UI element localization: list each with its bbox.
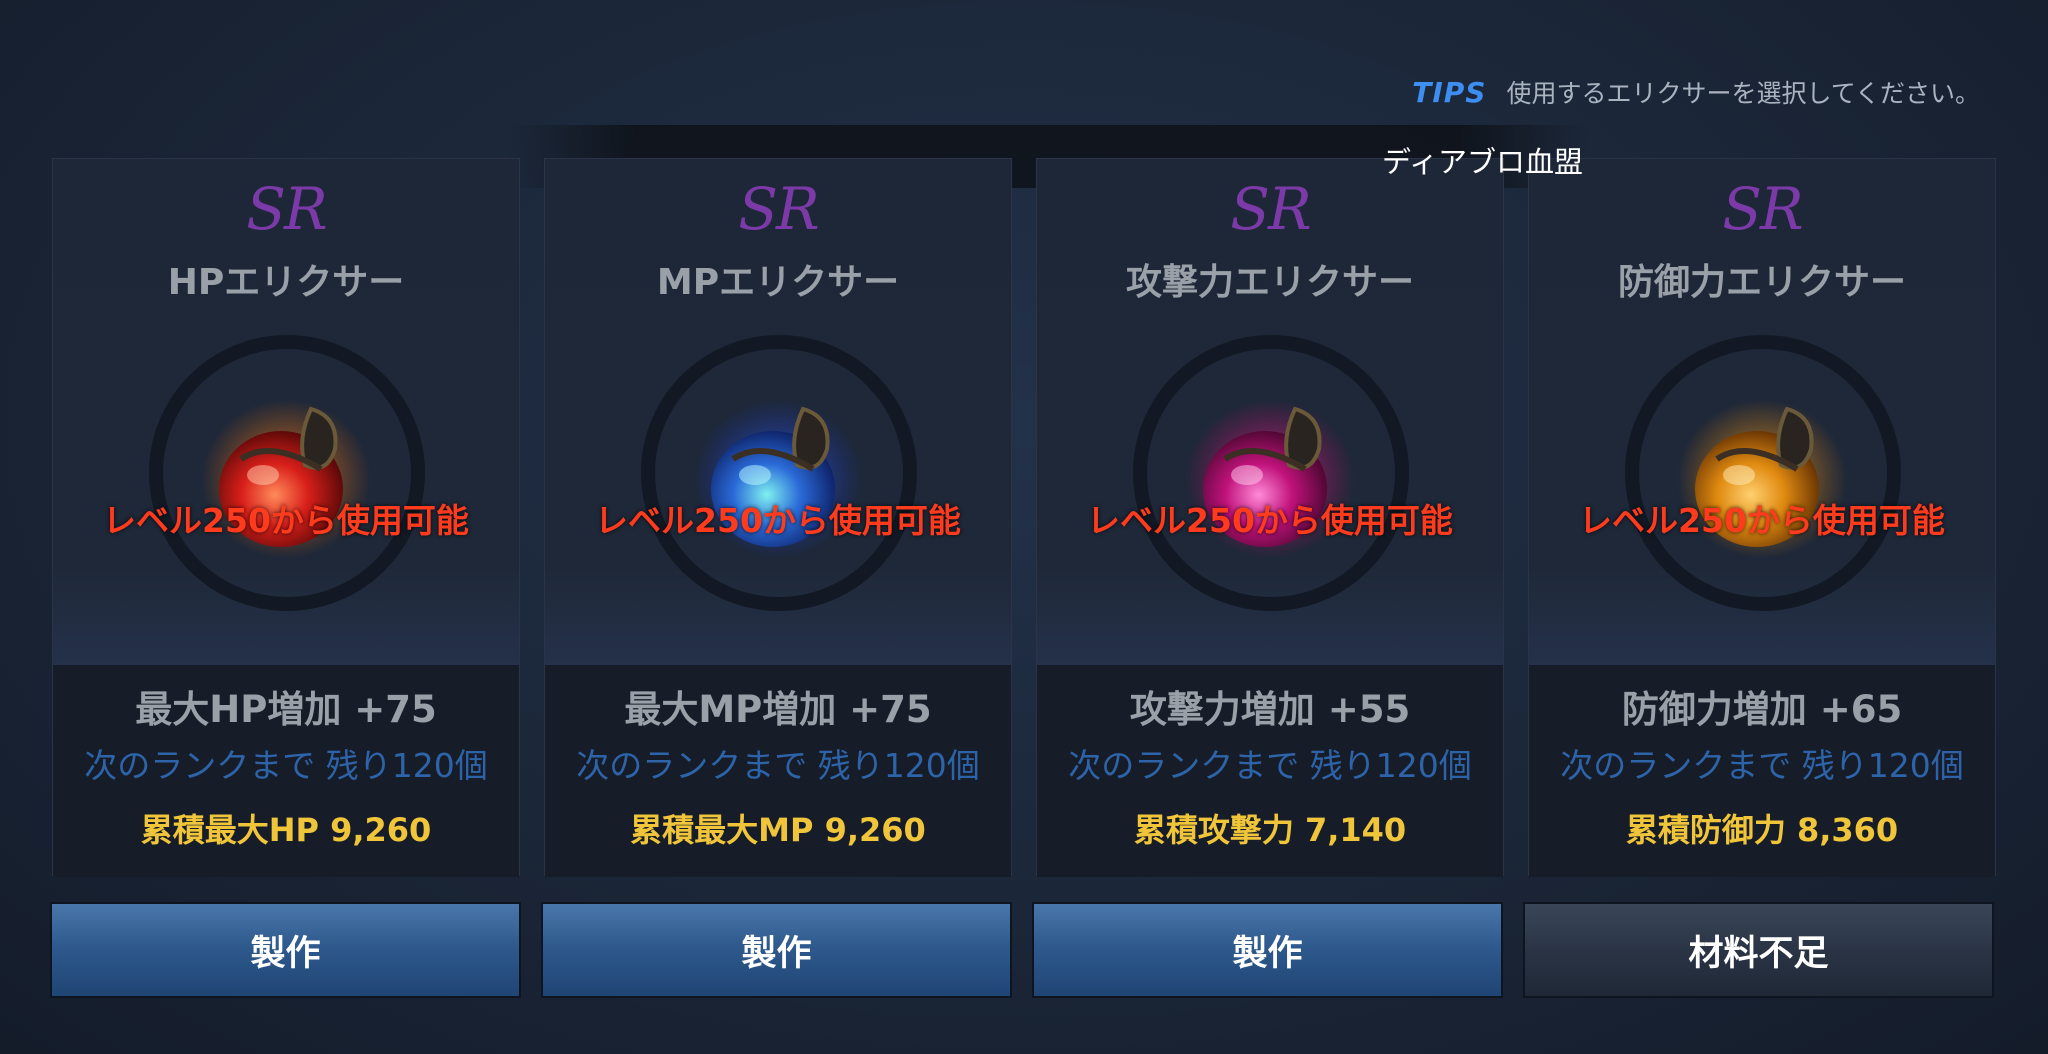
guild-name: ディアブロ血盟 — [1382, 145, 1583, 179]
elixir-name: HPエリクサー — [167, 262, 405, 303]
stat-increase: 防御力増加 +65 — [1621, 688, 1903, 731]
level-requirement-text: レベル250から使用可能 — [595, 501, 961, 540]
craft-button-row: 製作 製作 製作 材料不足 — [50, 902, 1994, 998]
elixir-name: MPエリクサー — [656, 262, 900, 303]
tips-bar: TIPS 使用するエリクサーを選択してください。 — [1412, 74, 1980, 110]
craft-button-mp[interactable]: 製作 — [541, 902, 1012, 998]
next-rank-text: 次のランクまで 残り120個 — [576, 746, 980, 785]
elixir-card-mp[interactable]: SR MPエリクサー レベル250から使用可能 最大MP増加 +75 次のランク… — [544, 158, 1012, 877]
elixir-card-defense[interactable]: SR 防御力エリクサー レベル250から使用可能 防御力増加 +65 次のランク… — [1528, 158, 1996, 877]
rarity-label: SR — [246, 175, 327, 243]
cumulative-total: 累積最大HP 9,260 — [140, 811, 432, 849]
next-rank-text: 次のランクまで 残り120個 — [1068, 746, 1472, 785]
elixir-card-list: SR HPエリクサー レベル250から使用可能 最大HP増加 +75 次のランク… — [52, 158, 1996, 877]
elixir-name: 防御力エリクサー — [1617, 262, 1906, 303]
craft-button-hp[interactable]: 製作 — [50, 902, 521, 998]
cumulative-total: 累積最大MP 9,260 — [630, 811, 926, 849]
rarity-label: SR — [738, 175, 819, 243]
level-requirement-text: レベル250から使用可能 — [1087, 501, 1453, 540]
elixir-name: 攻撃力エリクサー — [1125, 262, 1414, 303]
level-requirement-text: レベル250から使用可能 — [1579, 501, 1945, 540]
rarity-label: SR — [1230, 175, 1311, 243]
cumulative-total: 累積攻撃力 7,140 — [1133, 811, 1407, 849]
stat-increase: 攻撃力増加 +55 — [1129, 688, 1411, 731]
elixir-card-attack[interactable]: SR 攻撃力エリクサー レベル250から使用可能 攻撃力増加 +55 次のランク… — [1036, 158, 1504, 877]
tips-text: 使用するエリクサーを選択してください。 — [1506, 79, 1980, 108]
next-rank-text: 次のランクまで 残り120個 — [84, 746, 488, 785]
level-requirement-text: レベル250から使用可能 — [103, 501, 469, 540]
cumulative-total: 累積防御力 8,360 — [1625, 811, 1899, 849]
elixir-card-hp[interactable]: SR HPエリクサー レベル250から使用可能 最大HP増加 +75 次のランク… — [52, 158, 520, 877]
stat-increase: 最大MP増加 +75 — [624, 688, 932, 731]
rarity-label: SR — [1722, 175, 1803, 243]
next-rank-text: 次のランクまで 残り120個 — [1560, 746, 1964, 785]
tips-tag: TIPS — [1412, 75, 1487, 109]
stat-increase: 最大HP増加 +75 — [135, 688, 437, 731]
insufficient-materials-button[interactable]: 材料不足 — [1523, 902, 1994, 998]
craft-button-attack[interactable]: 製作 — [1032, 902, 1503, 998]
